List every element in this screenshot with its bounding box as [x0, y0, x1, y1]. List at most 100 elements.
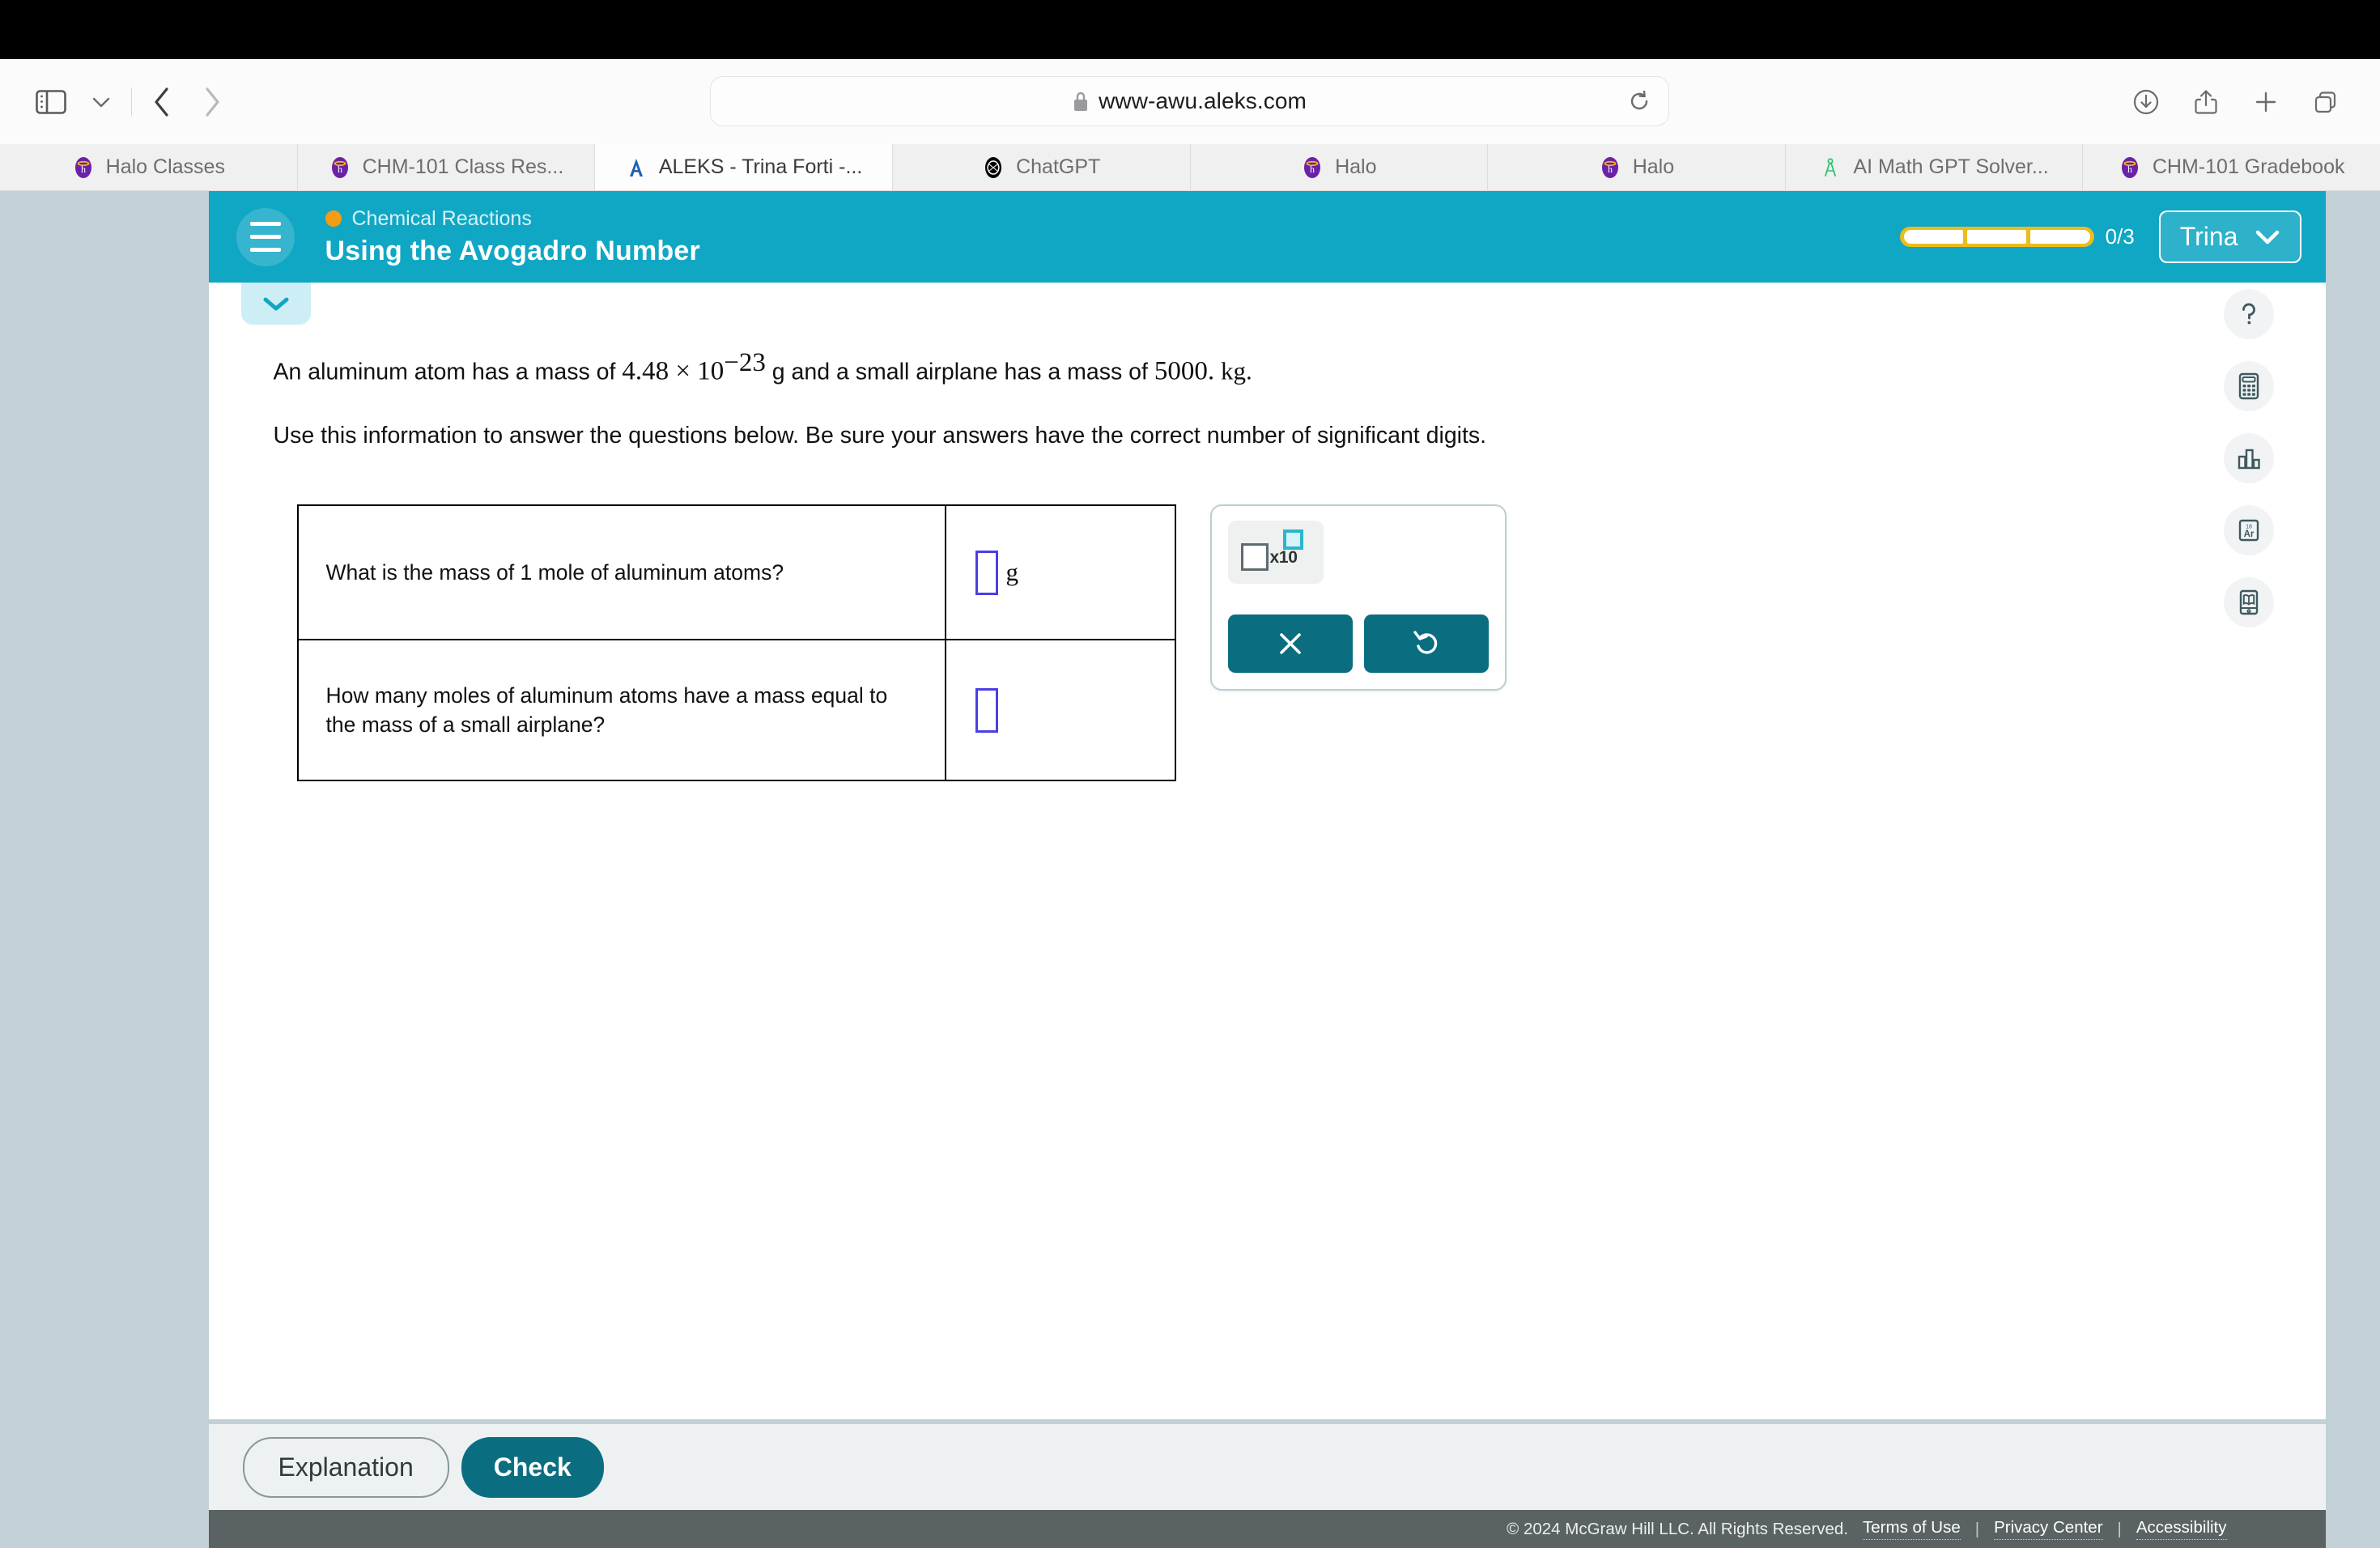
aleks-icon — [629, 158, 643, 176]
browser-tab[interactable]: h CHM-101 Class Res... — [298, 144, 596, 190]
browser-tab[interactable]: ChatGPT — [893, 144, 1191, 190]
browser-tab-label: Halo — [1335, 155, 1377, 178]
problem-instruction: Use this information to answer the quest… — [273, 423, 1487, 449]
airplane-mass-value: 5000. — [1154, 356, 1215, 386]
collapse-header-button[interactable] — [240, 283, 311, 325]
breadcrumb: Chemical Reactions — [325, 207, 700, 231]
tab-overview-icon[interactable] — [2301, 77, 2351, 127]
header-titles: Chemical Reactions Using the Avogadro Nu… — [325, 207, 700, 267]
question-1-text: What is the mass of 1 mole of aluminum a… — [325, 560, 784, 585]
answer-input-1[interactable] — [975, 550, 998, 595]
problem-mid: g and a small airplane has a mass of — [765, 359, 1154, 385]
browser-tab-label: Halo Classes — [105, 155, 225, 178]
chatgpt-icon — [985, 156, 1002, 178]
browser-tab-strip: h Halo Classes h CHM-101 Class Res... AL… — [0, 144, 2380, 191]
browser-tab[interactable]: h Halo Classes — [0, 144, 298, 190]
answer-cell — [944, 639, 1176, 782]
device-status-bar — [0, 0, 2380, 59]
chevron-down-icon — [263, 297, 288, 311]
sidebar-toggle-icon[interactable] — [26, 77, 76, 127]
check-button[interactable]: Check — [461, 1436, 604, 1498]
sci-exponent-box — [1282, 529, 1303, 551]
browser-tab[interactable]: AI Math GPT Solver... — [1786, 144, 2084, 190]
question-area: What is the mass of 1 mole of aluminum a… — [274, 504, 2326, 782]
accessibility-link[interactable]: Accessibility — [2136, 1518, 2227, 1540]
user-name-label: Trina — [2179, 222, 2238, 251]
explanation-button[interactable]: Explanation — [242, 1436, 449, 1498]
questions-table: What is the mass of 1 mole of aluminum a… — [296, 504, 1176, 782]
svg-text:h: h — [81, 164, 86, 175]
address-bar[interactable]: www-awu.aleks.com — [710, 76, 1669, 126]
progress-count: 0/3 — [2105, 224, 2135, 249]
browser-tab-label: ALEKS - Trina Forti -... — [658, 155, 863, 178]
browser-tab-label: CHM-101 Class Res... — [362, 155, 564, 178]
topic-status-dot-icon — [325, 211, 342, 227]
plus-icon[interactable] — [2241, 77, 2291, 127]
answer-cell: g — [944, 504, 1176, 641]
halo-icon: h — [74, 156, 91, 178]
forward-arrow-icon[interactable] — [187, 77, 237, 127]
table-row: How many moles of aluminum atoms have a … — [296, 639, 1176, 782]
aluminum-mass-exponent: −23 — [724, 348, 766, 377]
browser-tab[interactable]: h Halo — [1191, 144, 1489, 190]
aleks-app: Chemical Reactions Using the Avogadro Nu… — [208, 191, 2326, 1548]
bar-chart-icon — [2238, 449, 2260, 470]
tool-sidebar: 18 Ar — [2223, 289, 2274, 627]
privacy-center-link[interactable]: Privacy Center — [1994, 1518, 2103, 1540]
user-menu-button[interactable]: Trina — [2158, 211, 2301, 263]
answer-unit-1: g — [1005, 558, 1019, 587]
airplane-mass-unit: kg. — [1221, 356, 1252, 385]
calculator-icon — [2238, 372, 2259, 400]
url-text: www-awu.aleks.com — [1099, 88, 1307, 113]
problem-prefix: An aluminum atom has a mass of — [273, 359, 623, 385]
browser-tab-active[interactable]: ALEKS - Trina Forti -... — [595, 144, 893, 190]
problem-statement: An aluminum atom has a mass of 4.48 × 10… — [274, 346, 2326, 389]
downloads-icon[interactable] — [2121, 77, 2171, 127]
reload-icon[interactable] — [1628, 90, 1651, 113]
undo-icon — [1413, 631, 1437, 655]
browser-toolbar: www-awu.aleks.com — [0, 59, 2380, 144]
halo-icon: h — [2121, 156, 2138, 178]
sidebar-options-chevron-down-icon[interactable] — [76, 77, 126, 127]
aleks-header: Chemical Reactions Using the Avogadro Nu… — [208, 191, 2326, 283]
progress-bar — [1899, 227, 2094, 247]
page-footer: © 2024 McGraw Hill LLC. All Rights Reser… — [208, 1510, 2326, 1548]
terms-of-use-link[interactable]: Terms of Use — [1863, 1518, 1961, 1540]
browser-tab[interactable]: h Halo — [1488, 144, 1786, 190]
page-viewport: Chemical Reactions Using the Avogadro Nu… — [0, 191, 2380, 1548]
toolbar-divider — [131, 87, 132, 117]
tool-actions — [1227, 615, 1489, 674]
answer-input-2[interactable] — [975, 687, 998, 733]
breadcrumb-label: Chemical Reactions — [351, 206, 532, 230]
svg-text:h: h — [1310, 164, 1315, 175]
share-icon[interactable] — [2181, 77, 2231, 127]
undo-button[interactable] — [1363, 615, 1489, 674]
reference-button[interactable] — [2223, 577, 2274, 627]
periodic-table-button[interactable]: 18 Ar — [2223, 505, 2274, 555]
help-button[interactable] — [2223, 289, 2274, 339]
clear-answer-button[interactable] — [1227, 615, 1353, 674]
lock-icon — [1073, 91, 1089, 112]
aluminum-mass-mantissa: 4.48 × 10 — [622, 356, 725, 386]
browser-tab-label: CHM-101 Gradebook — [2152, 155, 2345, 178]
browser-tab-label: Halo — [1632, 155, 1675, 178]
svg-text:Ar: Ar — [2243, 529, 2254, 539]
back-arrow-icon[interactable] — [137, 77, 187, 127]
svg-text:h: h — [1608, 164, 1613, 175]
calculator-button[interactable] — [2223, 361, 2274, 411]
svg-text:h: h — [2127, 164, 2132, 175]
header-right-cluster: 0/3 Trina — [1899, 211, 2301, 263]
table-row: What is the mass of 1 mole of aluminum a… — [296, 504, 1176, 641]
compass-icon — [1825, 158, 1837, 176]
halo-icon: h — [1601, 156, 1618, 178]
copyright-text: © 2024 McGraw Hill LLC. All Rights Reser… — [1507, 1519, 1849, 1538]
question-cell: What is the mass of 1 mole of aluminum a… — [296, 504, 946, 641]
reference-book-icon — [2239, 589, 2258, 615]
hamburger-menu-icon[interactable] — [236, 207, 295, 266]
help-icon — [2242, 303, 2255, 325]
action-bar: Explanation Check — [208, 1419, 2326, 1510]
scientific-notation-icon[interactable]: x10 — [1227, 521, 1324, 585]
data-chart-button[interactable] — [2223, 433, 2274, 483]
answer-tool-panel: x10 — [1209, 504, 1507, 691]
browser-tab[interactable]: h CHM-101 Gradebook — [2083, 144, 2380, 190]
